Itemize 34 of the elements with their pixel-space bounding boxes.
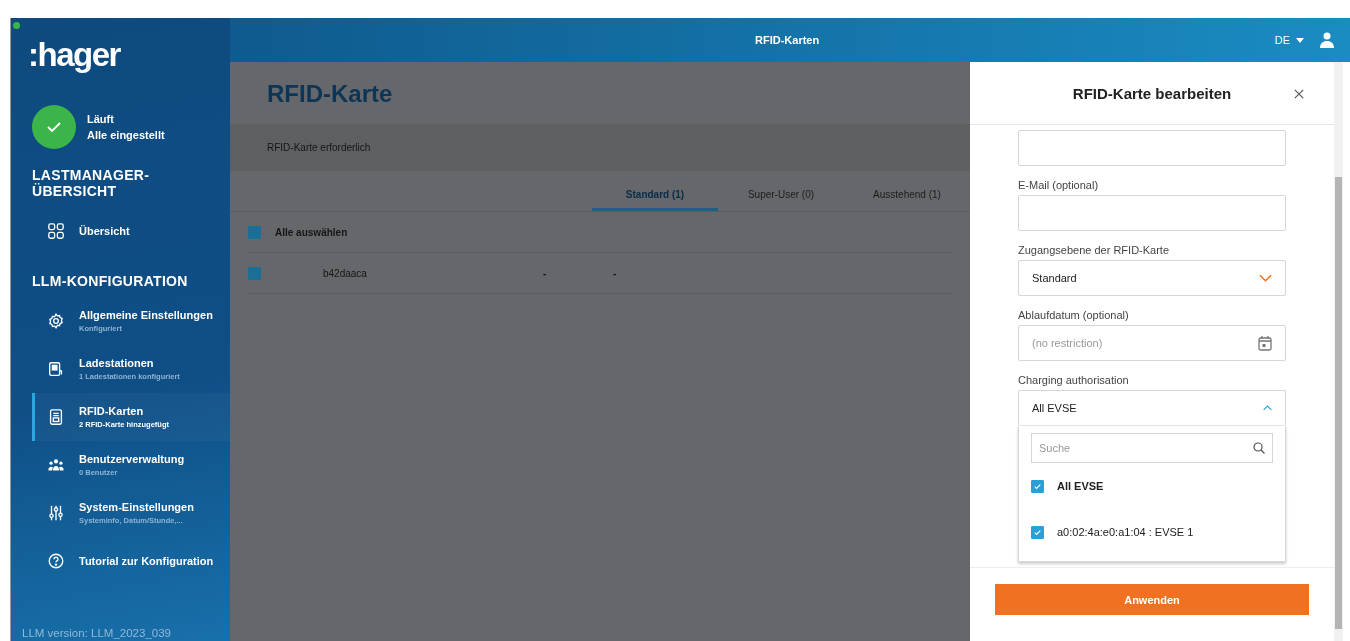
notice-banner: RFID-Karte erforderlich — [230, 124, 970, 171]
nav-label: Benutzerverwaltung — [79, 453, 185, 466]
version-text: LLM version: LLM_2023_039 — [22, 627, 172, 639]
status-subtitle: Alle eingestellt — [87, 129, 165, 141]
logo: :hager — [28, 38, 120, 71]
select-all-label: Alle auswählen — [275, 226, 348, 238]
table-cell-text: - — [543, 267, 548, 279]
field-label: Zugangsebene der RFID-Karte — [1018, 244, 1171, 256]
page-heading: RFID-Karte — [267, 80, 394, 108]
dropdown-field[interactable]: All EVSE — [1018, 390, 1286, 426]
nav-item[interactable]: Tutorial zur Konfiguration — [32, 537, 230, 586]
option-label: a0:02:4a:e0:a1:04 : EVSE 1 — [1057, 526, 1194, 538]
dropdown-field[interactable]: Standard — [1018, 260, 1286, 296]
page-title: RFID-Karten — [755, 34, 820, 46]
table-cell-text: b42daaca — [323, 267, 368, 279]
option-label: All EVSE — [1057, 480, 1104, 492]
field-label: E-Mail (optional) — [1018, 179, 1100, 191]
nav-item[interactable]: Übersicht — [32, 207, 230, 256]
option-item[interactable]: a0:02:4a:e0:a1:04 : EVSE 1 — [1031, 509, 1273, 555]
section-heading: LASTMANAGER-ÜBERSICHT — [32, 167, 151, 200]
field-label: Ablaufdatum (optional) — [1018, 309, 1130, 321]
section-heading: LLM-KONFIGURATION — [32, 273, 189, 290]
nav-label: Ladestationen — [79, 357, 155, 370]
drawer-title: RFID-Karte bearbeiten — [1072, 84, 1232, 102]
nav-label: System-Einstellungen — [79, 501, 194, 514]
nav-label: Tutorial zur Konfiguration — [79, 555, 214, 568]
field-label: Charging authorisation — [1018, 374, 1130, 386]
option-item[interactable]: All EVSE — [1031, 463, 1273, 509]
nav-label: RFID-Karten — [79, 405, 145, 418]
nav-label: Übersicht — [79, 225, 130, 238]
nav-label: Allgemeine Einstellungen — [79, 309, 213, 322]
status-title: Läuft — [87, 113, 115, 125]
language-dropdown[interactable]: DE — [1274, 34, 1304, 46]
table-cell: - — [613, 267, 617, 279]
